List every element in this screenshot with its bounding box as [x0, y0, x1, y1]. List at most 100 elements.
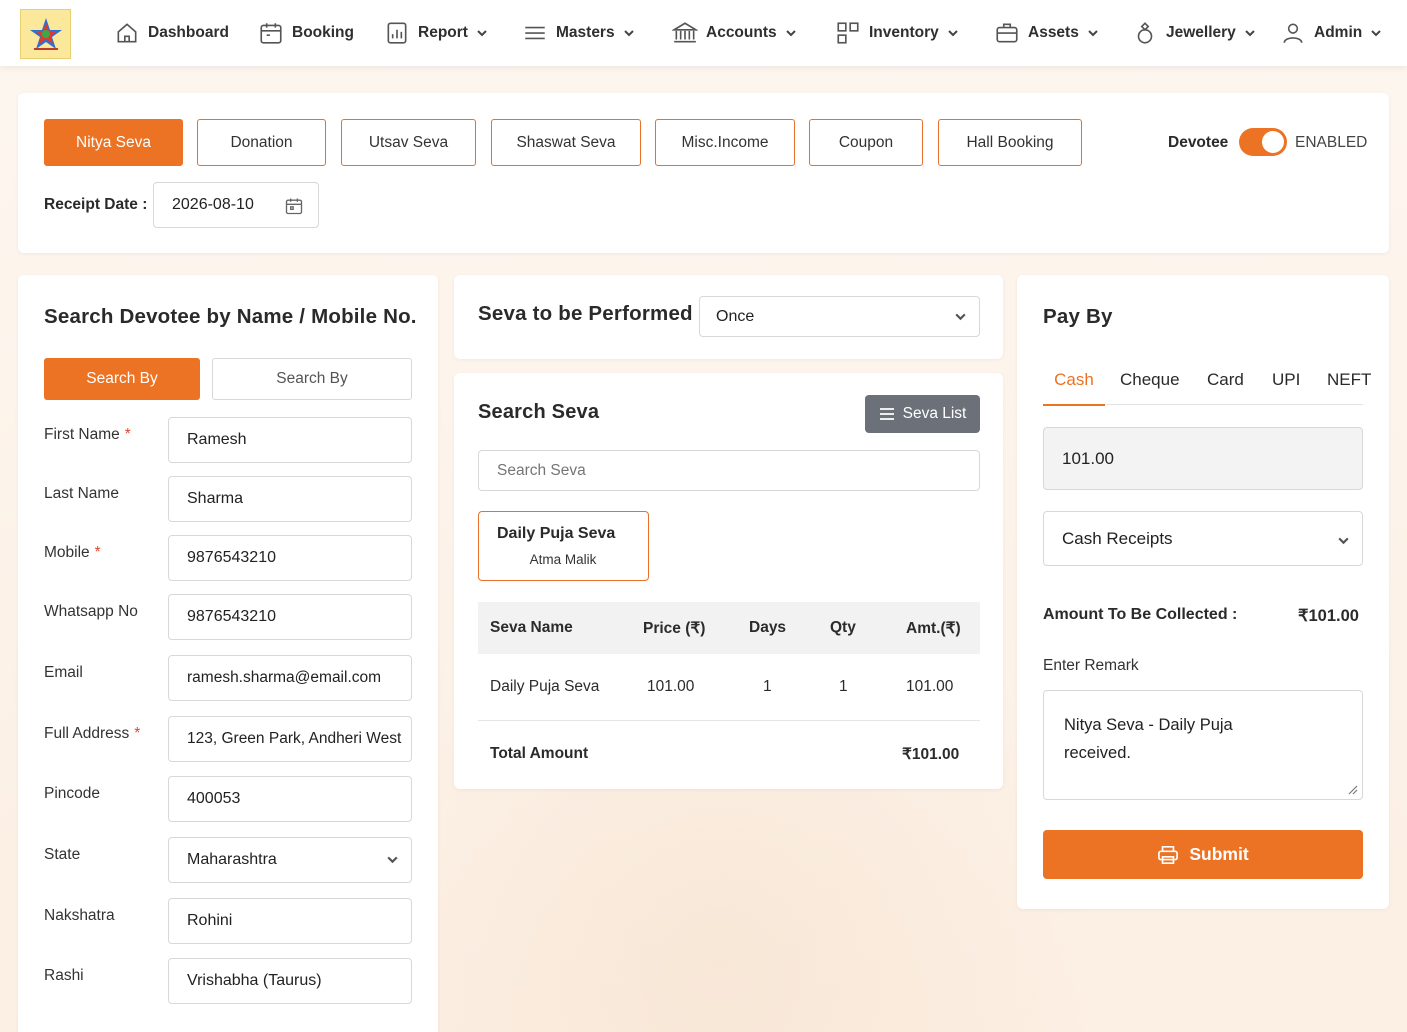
nav-admin[interactable]: Admin [1280, 0, 1382, 66]
rashi-value: Vrishabha (Taurus) [187, 972, 322, 989]
seva-frequency-select[interactable]: Once [699, 296, 980, 337]
nav-report[interactable]: Report [384, 0, 488, 66]
last-name-input[interactable]: Sharma [168, 476, 412, 522]
tab-coupon[interactable]: Coupon [809, 119, 923, 166]
nav-masters[interactable]: Masters [522, 0, 635, 66]
nav-accounts-label: Accounts [706, 24, 777, 41]
email-label: Email [44, 664, 83, 682]
submit-button[interactable]: Submit [1043, 830, 1363, 879]
search-by-name-button[interactable]: Search By [44, 358, 200, 400]
first-name-value: Ramesh [187, 431, 247, 448]
resize-handle-icon[interactable] [1346, 783, 1358, 795]
ring-icon [1137, 22, 1153, 44]
pay-tab-neft[interactable]: NEFT [1327, 370, 1371, 390]
devotee-toggle[interactable] [1239, 128, 1287, 156]
briefcase-icon [996, 23, 1018, 43]
pay-amount-input[interactable]: 101.00 [1043, 427, 1363, 490]
state-label: State [44, 846, 80, 864]
col-seva-name: Seva Name [490, 619, 573, 636]
seva-frequency-value: Once [716, 307, 755, 325]
whatsapp-no-label: Whatsapp No [44, 603, 138, 621]
pay-tab-card[interactable]: Card [1207, 370, 1244, 390]
remark-textarea[interactable]: Nitya Seva - Daily Puja received. [1043, 690, 1363, 800]
rashi-input[interactable]: Vrishabha (Taurus) [168, 958, 412, 1004]
first-name-input[interactable]: Ramesh [168, 417, 412, 463]
chevron-down-icon [954, 310, 967, 323]
tab-shaswat-seva[interactable]: Shaswat Seva [491, 119, 641, 166]
calendar-icon[interactable] [284, 196, 304, 216]
seva-list-label: Seva List [902, 405, 967, 422]
receipt-type-card [18, 93, 1389, 253]
seva-card-daily-puja[interactable]: Daily Puja Seva Atma Malik [478, 511, 649, 581]
nakshatra-value: Rohini [187, 912, 233, 929]
nav-booking[interactable]: Booking [258, 0, 354, 66]
email-label-text: Email [44, 664, 83, 681]
state-select[interactable]: Maharashtra [168, 837, 412, 883]
full-address-label: Full Address * [44, 725, 140, 743]
nav-inventory[interactable]: Inventory [835, 0, 959, 66]
printer-icon [1158, 845, 1179, 864]
seva-perform-label: Seva to be Performed [478, 302, 693, 325]
nav-accounts[interactable]: Accounts [672, 0, 797, 66]
col-price: Price (₹) [643, 620, 706, 637]
bank-icon [672, 22, 698, 43]
user-icon [1283, 23, 1303, 44]
nav-assets[interactable]: Assets [994, 0, 1099, 66]
search-by-mobile-button[interactable]: Search By [212, 358, 412, 400]
row-amount: 101.00 [906, 678, 954, 695]
nav-dashboard[interactable]: Dashboard [114, 0, 229, 66]
row-days: 1 [763, 678, 772, 695]
toggle-knob [1262, 131, 1284, 153]
seva-list-button[interactable]: Seva List [865, 395, 980, 433]
chevron-down-icon [1371, 30, 1381, 37]
chevron-down-icon [386, 853, 399, 866]
required-asterisk: * [134, 725, 141, 742]
chevron-down-icon [948, 30, 958, 37]
mobile-label: Mobile * [44, 544, 101, 562]
remark-line-1: Nitya Seva - Daily Puja [1064, 716, 1233, 734]
chevron-down-icon [1088, 30, 1098, 37]
nav-inventory-label: Inventory [869, 24, 939, 41]
tab-donation[interactable]: Donation [197, 119, 326, 166]
pay-tab-cheque[interactable]: Cheque [1120, 370, 1180, 390]
state-label-text: State [44, 846, 81, 863]
chevron-down-icon [785, 30, 796, 37]
remark-label: Enter Remark [1043, 657, 1139, 674]
receipt-date-input[interactable]: 2026-08-10 [153, 182, 319, 228]
temple-logo[interactable] [20, 9, 71, 59]
pincode-input[interactable]: 400053 [168, 776, 412, 822]
pincode-label: Pincode [44, 785, 100, 803]
last-name-label-text: Last Name [44, 485, 119, 502]
menu-lines-icon [525, 26, 545, 40]
whatsapp-no-input[interactable]: 9876543210 [168, 594, 412, 640]
top-navbar: Dashboard Booking Report Masters Account… [0, 0, 1407, 66]
cash-account-select[interactable]: Cash Receipts [1043, 511, 1363, 566]
first-name-label: First Name * [44, 426, 131, 444]
home-icon [117, 23, 137, 43]
nav-jewellery[interactable]: Jewellery [1132, 0, 1256, 66]
tab-misc-income[interactable]: Misc.Income [655, 119, 795, 166]
full-address-input[interactable]: 123, Green Park, Andheri West [168, 716, 412, 762]
chevron-down-icon [1245, 30, 1255, 37]
whatsapp-no-label-text: Whatsapp No [44, 603, 138, 620]
mobile-input[interactable]: 9876543210 [168, 535, 412, 581]
rashi-label: Rashi [44, 967, 84, 985]
email-input[interactable]: ramesh.sharma@email.com [168, 655, 412, 701]
tab-nitya-seva[interactable]: Nitya Seva [44, 119, 183, 166]
remark-line-2: received. [1064, 744, 1131, 762]
report-icon [387, 22, 407, 44]
nakshatra-label-text: Nakshatra [44, 907, 115, 924]
required-asterisk: * [124, 426, 131, 443]
search-seva-input[interactable] [478, 450, 980, 491]
devotee-section-title: Search Devotee by Name / Mobile No. [44, 305, 417, 328]
toggle-state-text: ENABLED [1295, 134, 1368, 151]
pay-tab-cash[interactable]: Cash [1043, 370, 1105, 406]
nakshatra-input[interactable]: Rohini [168, 898, 412, 944]
tab-utsav-seva[interactable]: Utsav Seva [341, 119, 476, 166]
tab-hall-booking[interactable]: Hall Booking [938, 119, 1082, 166]
rashi-label-text: Rashi [44, 967, 84, 984]
pay-by-title: Pay By [1043, 305, 1113, 328]
row-qty: 1 [839, 678, 848, 695]
pay-tab-upi[interactable]: UPI [1272, 370, 1300, 390]
table-divider [478, 720, 980, 721]
